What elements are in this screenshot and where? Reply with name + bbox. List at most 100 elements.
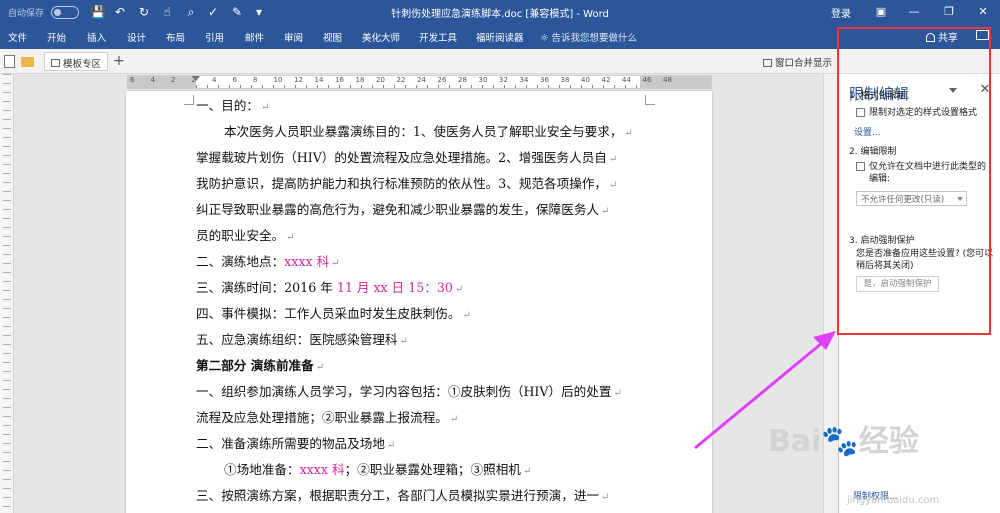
text-run: 纠正导致职业暴露的高危行为，避免和减少职业暴露的发生，保障医务人 bbox=[196, 202, 599, 217]
document-area: 6 4 2 2 4 6 8 10 12 14 16 18 20 22 24 26 28 30 32 34 36 38 40 4… bbox=[0, 74, 838, 513]
tab-home[interactable]: 开始 bbox=[47, 30, 66, 44]
ruler-number: 10 bbox=[273, 76, 283, 84]
document-paragraph[interactable]: 二、准备演练所需要的物品及场地 ↵ bbox=[196, 433, 395, 452]
paragraph-mark-icon: ↵ bbox=[613, 388, 622, 399]
text-run: 一、组织参加演练人员学习，学习内容包括：①皮肤刺伤（HIV）后的处置 bbox=[196, 384, 612, 399]
baidu-watermark-logo: Bai🐾经验 bbox=[768, 424, 919, 459]
paragraph-mark-icon: ↵ bbox=[399, 336, 408, 347]
tab-file[interactable]: 文件 bbox=[8, 30, 27, 44]
document-paragraph[interactable]: 流程及应急处理措施；②职业暴露上报流程。 ↵ bbox=[196, 407, 458, 426]
indent-marker[interactable] bbox=[192, 76, 200, 81]
ribbon-display-icon[interactable]: ▣ bbox=[872, 3, 890, 21]
document-paragraph[interactable]: 员的职业安全。 ↵ bbox=[196, 225, 295, 244]
tab-view[interactable]: 视图 bbox=[323, 30, 342, 44]
paragraph-mark-icon: ↵ bbox=[449, 414, 459, 425]
ruler-number: 22 bbox=[396, 76, 406, 84]
document-paragraph[interactable]: 一、组织参加演练人员学习，学习内容包括：①皮肤刺伤（HIV）后的处置 ↵ bbox=[196, 381, 622, 400]
document-paragraph[interactable]: ①场地准备：xxxx 科；②职业暴露处理箱；③照相机 ↵ bbox=[224, 459, 531, 478]
text-run: ；②职业暴露处理箱；③照相机 bbox=[344, 462, 521, 477]
tab-layout[interactable]: 布局 bbox=[166, 30, 185, 44]
customize-toolbar-icon[interactable]: ▾ bbox=[250, 3, 268, 21]
document-paragraph[interactable]: 我防护意识，提高防护能力和执行标准预防的依从性。3、规范各项操作， ↵ bbox=[196, 173, 617, 192]
ruler-number: 40 bbox=[581, 76, 590, 84]
tell-me-search[interactable]: ☼ 告诉我您想要做什么 bbox=[540, 30, 637, 44]
autosave-label: 自动保存 bbox=[8, 9, 45, 19]
undo-icon[interactable]: ↶ bbox=[111, 3, 129, 21]
document-paragraph[interactable]: 一、目的： ↵ bbox=[196, 95, 269, 114]
tab-design[interactable]: 设计 bbox=[127, 30, 146, 44]
paragraph-mark-icon: ↵ bbox=[522, 466, 532, 477]
login-button[interactable]: 登录 bbox=[831, 5, 851, 20]
merge-windows-button[interactable]: 窗口合并显示 bbox=[763, 55, 832, 69]
format-painter-icon[interactable]: ✎ bbox=[228, 3, 246, 21]
text-run: 11 月 xx 日 15：30 bbox=[336, 280, 453, 295]
restore-icon[interactable]: ❐ bbox=[940, 3, 958, 21]
text-run: 三、演练时间：2016 年 bbox=[196, 280, 337, 295]
paragraph-mark-icon: ↵ bbox=[624, 128, 633, 139]
text-run: 流程及应急处理措施；②职业暴露上报流程。 bbox=[196, 410, 448, 425]
text-run: 我防护意识，提高防护能力和执行标准预防的依从性。3、规范各项操作， bbox=[196, 176, 608, 191]
title-bar: 自动保存 💾 ↶ ↻ ☝ ⌕ ✓ ✎ ▾ 针刺伤处理应急演练脚本.doc [兼容… bbox=[0, 0, 1000, 25]
spellcheck-icon[interactable]: ✓ bbox=[204, 3, 222, 21]
ruler-left-margin bbox=[128, 76, 196, 88]
merge-windows-label: 窗口合并显示 bbox=[775, 58, 833, 69]
document-paragraph[interactable]: 五、应急演练组织：医院感染管理科 ↵ bbox=[196, 329, 408, 348]
ruler-number: 6 bbox=[232, 76, 237, 84]
horizontal-ruler[interactable]: 6 4 2 2 4 6 8 10 12 14 16 18 20 22 24 26 28 30 32 34 36 38 40 4… bbox=[127, 75, 712, 89]
paragraph-mark-icon: ↵ bbox=[315, 362, 325, 373]
text-run: 第二部分 演练前准备 bbox=[196, 358, 314, 373]
ruler-number: 4 bbox=[212, 76, 217, 84]
folder-icon[interactable] bbox=[21, 57, 34, 67]
text-run: 五、应急演练组织：医院感染管理科 bbox=[196, 332, 398, 347]
text-run: 三、按照演练方案，根据职责分工，各部门人员模拟实景进行预演，进一 bbox=[196, 488, 599, 503]
document-paragraph[interactable]: 二、演练地点：xxxx 科 ↵ bbox=[196, 251, 340, 270]
autosave-toggle[interactable] bbox=[51, 6, 79, 19]
tab-beautify[interactable]: 美化大师 bbox=[362, 30, 400, 44]
ruler-number: 28 bbox=[458, 76, 467, 84]
document-paragraph[interactable]: 掌握载玻片划伤（HIV）的处置流程及应急处理措施。2、增强医务人员自 ↵ bbox=[196, 147, 617, 166]
document-paragraph[interactable]: 第二部分 演练前准备 ↵ bbox=[196, 355, 324, 374]
document-paragraph[interactable]: 三、按照演练方案，根据职责分工，各部门人员模拟实景进行预演，进一 ↵ bbox=[196, 485, 609, 504]
document-paragraph[interactable]: 纠正导致职业暴露的高危行为，避免和减少职业暴露的发生，保障医务人 ↵ bbox=[196, 199, 609, 218]
tab-review[interactable]: 审阅 bbox=[284, 30, 303, 44]
ruler-number: 4 bbox=[150, 76, 155, 84]
document-page[interactable]: 一、目的： ↵ 本次医务人员职业暴露演练目的：1、使医务人员了解职业安全与要求， ↵ 掌… bbox=[126, 91, 712, 513]
ruler-number: 32 bbox=[499, 76, 508, 84]
close-icon[interactable]: ✕ bbox=[974, 3, 992, 21]
redo-icon[interactable]: ↻ bbox=[135, 3, 153, 21]
template-zone-tab[interactable]: 模板专区 bbox=[44, 52, 108, 71]
text-run: 四、事件模拟：工作人员采血时发生皮肤刺伤。 bbox=[196, 306, 461, 321]
tab-references[interactable]: 引用 bbox=[205, 30, 224, 44]
document-paragraph[interactable]: 三、演练时间：2016 年 11 月 xx 日 15：30 ↵ bbox=[196, 277, 463, 296]
tab-insert[interactable]: 插入 bbox=[87, 30, 106, 44]
paragraph-mark-icon: ↵ bbox=[601, 492, 610, 503]
tab-foxit-reader[interactable]: 福昕阅读器 bbox=[476, 30, 524, 44]
document-paragraph[interactable]: 四、事件模拟：工作人员采血时发生皮肤刺伤。 ↵ bbox=[196, 303, 471, 322]
template-zone-label: 模板专区 bbox=[63, 59, 102, 70]
new-document-icon[interactable] bbox=[4, 55, 15, 68]
ruler-number: 12 bbox=[294, 76, 303, 84]
text-run: xxxx 科 bbox=[299, 462, 345, 477]
print-preview-icon[interactable]: ⌕ bbox=[182, 3, 200, 21]
crop-mark-top-left bbox=[184, 95, 194, 105]
new-tab-button[interactable]: + bbox=[110, 52, 128, 71]
minimize-icon[interactable]: — bbox=[905, 3, 923, 21]
ruler-number: 18 bbox=[355, 76, 365, 84]
vertical-ruler bbox=[0, 74, 14, 513]
ruler-number: 36 bbox=[540, 76, 549, 84]
text-run: ①场地准备： bbox=[224, 462, 300, 477]
touch-mode-icon[interactable]: ☝ bbox=[158, 3, 176, 21]
tab-developer[interactable]: 开发工具 bbox=[419, 30, 457, 44]
tab-mailings[interactable]: 邮件 bbox=[245, 30, 264, 44]
ruler-number: 8 bbox=[253, 76, 258, 84]
paragraph-mark-icon: ↵ bbox=[601, 206, 610, 217]
paragraph-mark-icon: ↵ bbox=[454, 284, 464, 295]
ruler-number: 26 bbox=[437, 76, 447, 84]
paragraph-mark-icon: ↵ bbox=[609, 180, 618, 191]
ruler-number: 46 bbox=[642, 76, 652, 84]
ruler-number: 20 bbox=[376, 76, 385, 84]
document-paragraph[interactable]: 本次医务人员职业暴露演练目的：1、使医务人员了解职业安全与要求， ↵ bbox=[224, 121, 633, 140]
ruler-number: 44 bbox=[622, 76, 631, 84]
baidu-watermark-url: jingyan.baidu.com bbox=[847, 495, 940, 506]
save-icon[interactable]: 💾 bbox=[89, 3, 107, 21]
